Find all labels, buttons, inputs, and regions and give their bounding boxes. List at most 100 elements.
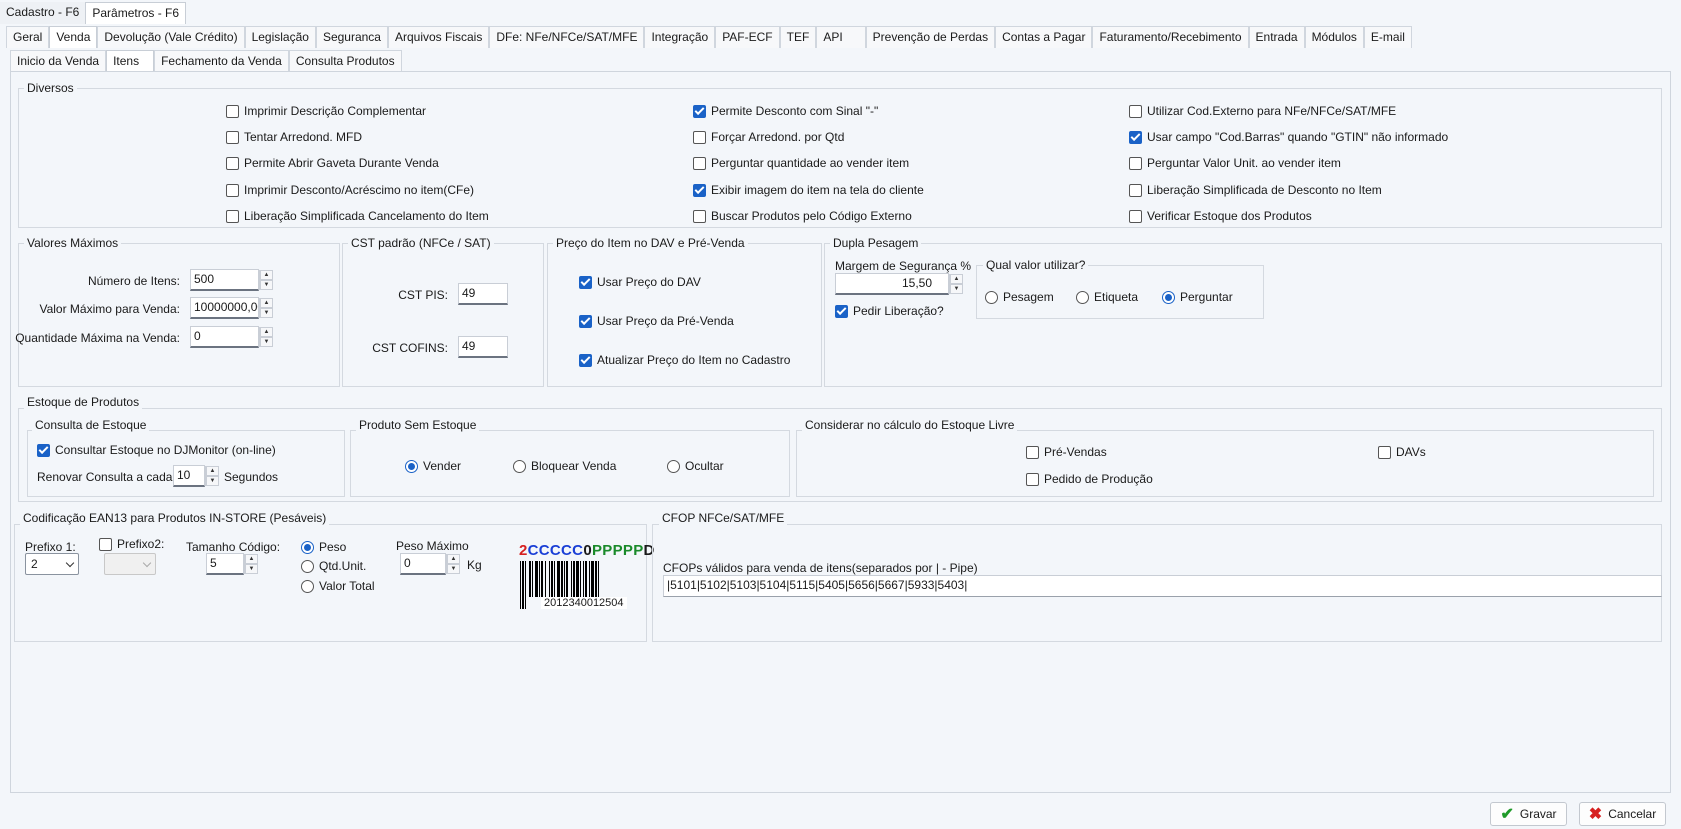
- barcode-bar: [539, 561, 540, 597]
- cfop-input[interactable]: |5101|5102|5103|5104|5115|5405|5656|5667…: [663, 575, 1662, 597]
- tab-13[interactable]: Contas a Pagar: [995, 26, 1093, 48]
- prefixo1-combo[interactable]: 2: [25, 553, 79, 575]
- checkbox-box: [99, 537, 112, 551]
- qual-valor-radio-1[interactable]: Pesagem: [985, 290, 1054, 304]
- diversos-checkbox-15[interactable]: Verificar Estoque dos Produtos: [1129, 209, 1312, 223]
- gravar-button[interactable]: ✔ Gravar: [1490, 802, 1567, 826]
- diversos-checkbox-4[interactable]: Imprimir Desconto/Acréscimo no item(CFe): [226, 183, 474, 197]
- sem-estoque-radio-3[interactable]: Ocultar: [667, 459, 724, 473]
- tab-5[interactable]: Seguranca: [315, 26, 388, 48]
- cst-pis-label: CST PIS:: [398, 288, 448, 302]
- diversos-checkbox-6[interactable]: Permite Desconto com Sinal "-": [693, 104, 878, 118]
- davs-checkbox[interactable]: DAVs: [1378, 445, 1426, 459]
- tab-3[interactable]: Devolução (Vale Crédito): [97, 26, 245, 48]
- ean-tipo-radio-3[interactable]: Valor Total: [301, 579, 375, 593]
- qtd-maxima-input[interactable]: 0: [190, 326, 259, 348]
- tab-17[interactable]: E-mail: [1363, 26, 1412, 48]
- tab-1[interactable]: Geral: [6, 26, 50, 48]
- tab-6[interactable]: Arquivos Fiscais: [387, 26, 490, 48]
- qual-valor-radio-3[interactable]: Perguntar: [1162, 290, 1233, 304]
- renovar-spinner[interactable]: ▲ ▼: [205, 466, 219, 486]
- diversos-checkbox-1[interactable]: Imprimir Descrição Complementar: [226, 104, 426, 118]
- main-tabs: Geral Venda Devolução (Vale Crédito) Legisl…: [6, 26, 1412, 48]
- numero-itens-spinner[interactable]: ▲ ▼: [259, 270, 273, 290]
- diversos-checkbox-10[interactable]: Buscar Produtos pelo Código Externo: [693, 209, 912, 223]
- tab-2[interactable]: Venda: [49, 26, 98, 48]
- consultar-estoque-checkbox[interactable]: Consultar Estoque no DJMonitor (on-line): [37, 443, 276, 457]
- checkbox-box: [1129, 130, 1142, 144]
- radio-circle: [301, 579, 314, 593]
- peso-maximo-input[interactable]: 0: [400, 553, 446, 575]
- ean-tipo-radio-1[interactable]: Peso: [301, 540, 346, 554]
- usar-preco-prevenda-checkbox[interactable]: Usar Preço da Pré-Venda: [579, 314, 734, 328]
- barcode-bar: [520, 561, 521, 609]
- pedido-producao-checkbox[interactable]: Pedido de Produção: [1026, 472, 1153, 486]
- valor-maximo-spinner[interactable]: ▲ ▼: [259, 298, 273, 318]
- qtd-maxima-spinner[interactable]: ▲ ▼: [259, 327, 273, 347]
- barcode-prefix: 2: [519, 542, 528, 559]
- valor-maximo-input[interactable]: 10000000,00: [190, 297, 259, 319]
- cst-cofins-input[interactable]: 49: [458, 336, 508, 358]
- tab-16[interactable]: Módulos: [1304, 26, 1364, 48]
- window-tab-cadastro[interactable]: Cadastro - F6: [0, 2, 86, 24]
- sem-estoque-radio-2[interactable]: Bloquear Venda: [513, 459, 616, 473]
- prefixo2-checkbox[interactable]: Prefixo2:: [99, 537, 164, 551]
- diversos-checkbox-13[interactable]: Perguntar Valor Unit. ao vender item: [1129, 156, 1341, 170]
- diversos-checkbox-2[interactable]: Tentar Arredond. MFD: [226, 130, 362, 144]
- cst-pis-input[interactable]: 49: [458, 283, 508, 305]
- diversos-checkbox-5[interactable]: Liberação Simplificada Cancelamento do I…: [226, 209, 489, 223]
- cancelar-button[interactable]: ✖ Cancelar: [1579, 802, 1666, 826]
- pedir-liberacao-checkbox[interactable]: Pedir Liberação?: [835, 304, 944, 318]
- margem-spinner[interactable]: ▲ ▼: [949, 274, 963, 294]
- tab-4[interactable]: Legislação: [244, 26, 316, 48]
- numero-itens-input[interactable]: 500: [190, 269, 259, 291]
- diversos-checkbox-11[interactable]: Utilizar Cod.Externo para NFe/NFCe/SAT/M…: [1129, 104, 1396, 118]
- peso-maximo-spinner[interactable]: ▲ ▼: [446, 554, 460, 574]
- window-tab-parametros[interactable]: Parâmetros - F6: [85, 2, 187, 24]
- subtab-4[interactable]: Consulta Produtos: [288, 50, 402, 72]
- checkbox-box: [693, 130, 706, 144]
- diversos-checkbox-label: Utilizar Cod.Externo para NFe/NFCe/SAT/M…: [1147, 104, 1397, 118]
- usar-preco-dav-checkbox[interactable]: Usar Preço do DAV: [579, 275, 701, 289]
- radio-circle: [513, 459, 526, 473]
- tab-9[interactable]: PAF-ECF: [715, 26, 780, 48]
- tab-11[interactable]: API: [816, 26, 866, 48]
- barcode-bar: [595, 561, 597, 597]
- prefixo2-combo[interactable]: [104, 553, 156, 575]
- close-icon: ✖: [1588, 806, 1603, 823]
- diversos-title: Diversos: [24, 81, 77, 95]
- ean-tipo-radio-2[interactable]: Qtd.Unit.: [301, 559, 366, 573]
- valor-maximo-label: Valor Máximo para Venda:: [39, 302, 180, 316]
- atualizar-preco-checkbox[interactable]: Atualizar Preço do Item no Cadastro: [579, 353, 790, 367]
- diversos-checkbox-14[interactable]: Liberação Simplificada de Desconto no It…: [1129, 183, 1382, 197]
- diversos-checkbox-12[interactable]: Usar campo "Cod.Barras" quando "GTIN" nã…: [1129, 130, 1448, 144]
- tab-7[interactable]: DFe: NFe/NFCe/SAT/MFE: [489, 26, 645, 48]
- diversos-checkbox-3[interactable]: Permite Abrir Gaveta Durante Venda: [226, 156, 439, 170]
- subtab-1[interactable]: Inicio da Venda: [10, 50, 107, 72]
- cfop-title: CFOP NFCe/SAT/MFE: [659, 511, 788, 525]
- tab-10[interactable]: TEF: [779, 26, 817, 48]
- margem-input[interactable]: 15,50: [835, 273, 949, 295]
- barcode-bar: [535, 561, 538, 597]
- subtab-3[interactable]: Fechamento da Venda: [154, 50, 289, 72]
- tab-12[interactable]: Prevenção de Perdas: [865, 26, 996, 48]
- renovar-input[interactable]: 10: [173, 465, 205, 487]
- diversos-checkbox-9[interactable]: Exibir imagem do item na tela do cliente: [693, 183, 924, 197]
- tamanho-codigo-input[interactable]: 5: [206, 553, 244, 575]
- tamanho-codigo-spinner[interactable]: ▲ ▼: [244, 554, 258, 574]
- pre-vendas-checkbox[interactable]: Pré-Vendas: [1026, 445, 1107, 459]
- diversos-checkbox-7[interactable]: Forçar Arredond. por Qtd: [693, 130, 844, 144]
- qual-valor-title: Qual valor utilizar?: [983, 258, 1089, 272]
- sem-estoque-radio-1[interactable]: Vender: [405, 459, 461, 473]
- barcode-bar: [564, 561, 565, 597]
- checkbox-box: [37, 443, 50, 457]
- tab-15[interactable]: Entrada: [1248, 26, 1305, 48]
- cst-group: [342, 243, 544, 387]
- diversos-checkbox-label: Liberação Simplificada de Desconto no It…: [1147, 183, 1382, 197]
- tab-14[interactable]: Faturamento/Recebimento: [1092, 26, 1249, 48]
- subtab-2[interactable]: Itens: [106, 50, 155, 72]
- tab-8[interactable]: Integração: [644, 26, 716, 48]
- qual-valor-radio-2[interactable]: Etiqueta: [1076, 290, 1138, 304]
- diversos-checkbox-8[interactable]: Perguntar quantidade ao vender item: [693, 156, 909, 170]
- consultar-estoque-label: Consultar Estoque no DJMonitor (on-line): [55, 443, 276, 457]
